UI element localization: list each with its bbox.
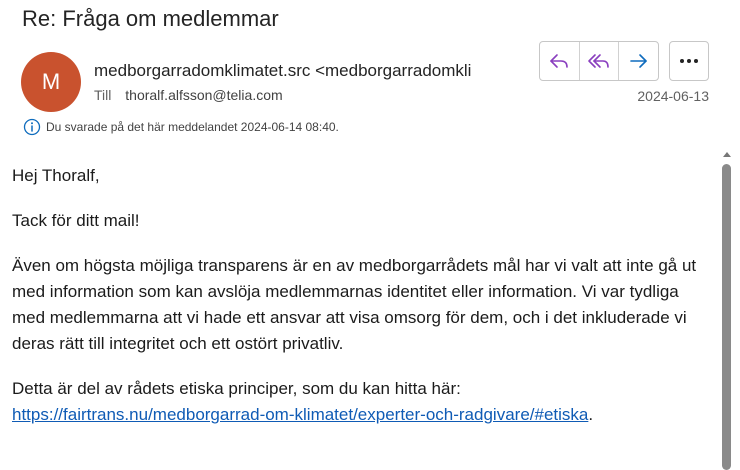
recipient-row: Till thoralf.alfsson@telia.com bbox=[94, 87, 283, 103]
email-subject: Re: Fråga om medlemmar bbox=[22, 6, 279, 31]
forward-button[interactable] bbox=[619, 42, 658, 80]
link-suffix: . bbox=[588, 405, 594, 424]
greeting: Hej Thoralf, bbox=[12, 166, 100, 185]
replied-info-bar: Du svarade på det här meddelandet 2024-0… bbox=[23, 118, 339, 136]
to-label: Till bbox=[94, 87, 112, 103]
reply-actions bbox=[539, 41, 659, 81]
message-body: Hej Thoralf, Tack för ditt mail! Även om… bbox=[12, 163, 708, 428]
reply-button[interactable] bbox=[540, 42, 580, 80]
info-icon bbox=[23, 118, 41, 136]
replied-info-text: Du svarade på det här meddelandet 2024-0… bbox=[46, 120, 339, 134]
avatar: M bbox=[21, 52, 81, 112]
reply-all-icon bbox=[588, 54, 609, 68]
scroll-up-button[interactable] bbox=[719, 147, 735, 161]
reply-all-button[interactable] bbox=[580, 42, 620, 80]
main-paragraph: Även om högsta möjliga transparens är en… bbox=[12, 256, 697, 353]
more-options-button[interactable] bbox=[669, 41, 709, 81]
chevron-up-icon bbox=[723, 151, 731, 157]
email-date: 2024-06-13 bbox=[637, 88, 709, 104]
thanks-line: Tack för ditt mail! bbox=[12, 211, 140, 230]
ethics-link[interactable]: https://fairtrans.nu/medborgarrad-om-kli… bbox=[12, 405, 588, 424]
closing-paragraph: Detta är del av rådets etiska principer,… bbox=[12, 376, 708, 428]
scrollbar-thumb[interactable] bbox=[722, 164, 731, 470]
reply-icon bbox=[550, 54, 569, 68]
recipient-address[interactable]: thoralf.alfsson@telia.com bbox=[125, 87, 282, 103]
sender-name[interactable]: medborgarradomklimatet.src <medborgarrad… bbox=[94, 61, 508, 81]
forward-icon bbox=[629, 54, 647, 68]
closing-text: Detta är del av rådets etiska principer,… bbox=[12, 379, 461, 398]
more-options-icon bbox=[680, 59, 698, 63]
